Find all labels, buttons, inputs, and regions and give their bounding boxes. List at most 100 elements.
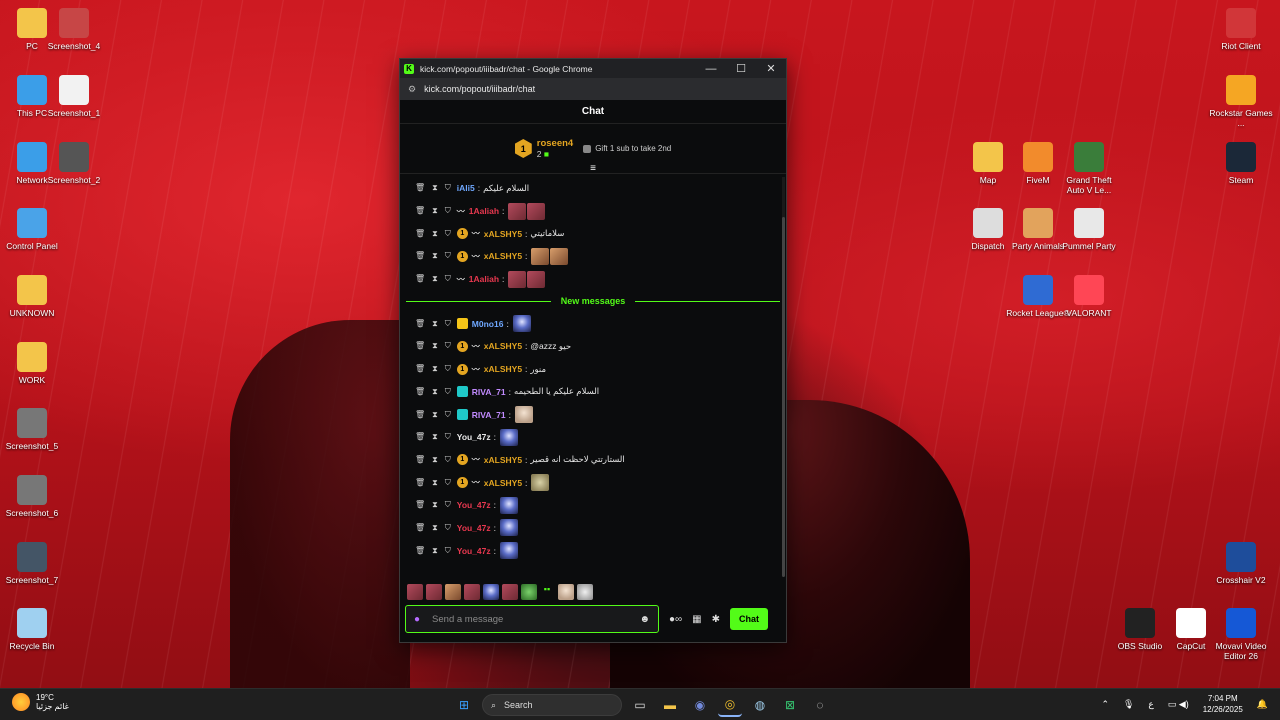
- emote[interactable]: [500, 519, 519, 537]
- delete-icon[interactable]: 🗑: [415, 500, 425, 510]
- delete-icon[interactable]: 🗑: [415, 274, 425, 284]
- desktop-icon[interactable]: Recycle Bin: [0, 608, 64, 651]
- delete-icon[interactable]: 🗑: [415, 546, 425, 556]
- chat-username[interactable]: xALSHY5: [484, 455, 522, 465]
- emote[interactable]: [521, 584, 537, 600]
- ban-icon[interactable]: ⛉: [445, 455, 451, 465]
- chat-username[interactable]: 1Aaliah: [469, 206, 499, 216]
- desktop-icon[interactable]: Grand Theft Auto V Le...: [1057, 142, 1121, 195]
- delete-icon[interactable]: 🗑: [415, 387, 425, 397]
- timeout-icon[interactable]: ⧗: [432, 341, 438, 351]
- chat-message[interactable]: 🗑 ⧗ ⛉ iAli5: السلام عليكم: [400, 177, 786, 200]
- chat-message[interactable]: 🗑 ⧗ ⛉ 1 〰 xALSHY5: منور: [400, 358, 786, 381]
- emote[interactable]: [483, 584, 499, 600]
- emote[interactable]: [508, 202, 527, 220]
- emote[interactable]: [512, 315, 531, 333]
- ban-icon[interactable]: ⛉: [445, 546, 451, 556]
- emote[interactable]: [527, 270, 546, 288]
- maximize-button[interactable]: ☐: [726, 62, 756, 75]
- delete-icon[interactable]: 🗑: [415, 206, 425, 216]
- ban-icon[interactable]: ⛉: [445, 478, 451, 488]
- ban-icon[interactable]: ⛉: [445, 229, 451, 239]
- chat-message[interactable]: 🗑 ⧗ ⛉ 1 〰 xALSHY5: الستارتتي لاحظت انه قصير: [400, 449, 786, 472]
- timeout-icon[interactable]: ⧗: [432, 546, 438, 556]
- chat-username[interactable]: M0no16: [472, 319, 504, 329]
- timeout-icon[interactable]: ⧗: [432, 500, 438, 510]
- timeout-icon[interactable]: ⧗: [432, 523, 438, 533]
- delete-icon[interactable]: 🗑: [415, 478, 425, 488]
- chat-message[interactable]: 🗑 ⧗ ⛉ You_47z:: [400, 539, 786, 562]
- desktop-icon[interactable]: Crosshair V2: [1209, 542, 1273, 585]
- windows-start-icon[interactable]: ⊞: [452, 693, 476, 717]
- delete-icon[interactable]: 🗑: [415, 523, 425, 533]
- desktop-icon[interactable]: Pummel Party: [1057, 208, 1121, 251]
- chat-message[interactable]: 🗑 ⧗ ⛉ You_47z:: [400, 517, 786, 540]
- chat-scrollbar[interactable]: [782, 177, 785, 577]
- delete-icon[interactable]: 🗑: [415, 432, 425, 442]
- weather-widget[interactable]: 19°C غائم جزئيا: [12, 693, 69, 711]
- desktop-icon[interactable]: Riot Client: [1209, 8, 1273, 51]
- address-bar[interactable]: ⚙ kick.com/popout/iiibadr/chat: [400, 78, 786, 100]
- top-gifter-name[interactable]: roseen4: [537, 138, 573, 149]
- timeout-icon[interactable]: ⧗: [432, 183, 438, 193]
- kicks-icon[interactable]: ●∞: [669, 614, 682, 625]
- desktop-icon[interactable]: WORK: [0, 342, 64, 385]
- chat-username[interactable]: xALSHY5: [484, 364, 522, 374]
- timeout-icon[interactable]: ⧗: [432, 455, 438, 465]
- emote[interactable]: [515, 406, 534, 424]
- ban-icon[interactable]: ⛉: [445, 206, 451, 216]
- chat-username[interactable]: xALSHY5: [484, 341, 522, 351]
- chat-message[interactable]: 🗑 ⧗ ⛉ 1 〰 xALSHY5: سلاماتيتي: [400, 222, 786, 245]
- notification-bell-icon[interactable]: 🔔: [1257, 699, 1268, 710]
- ban-icon[interactable]: ⛉: [445, 387, 451, 397]
- delete-icon[interactable]: 🗑: [415, 319, 425, 329]
- minimize-button[interactable]: —: [696, 63, 726, 75]
- ban-icon[interactable]: ⛉: [445, 319, 451, 329]
- emote[interactable]: [502, 584, 518, 600]
- chat-message[interactable]: 🗑 ⧗ ⛉ 1 〰 xALSHY5:: [400, 245, 786, 268]
- chat-username[interactable]: You_47z: [457, 546, 491, 556]
- emote[interactable]: [464, 584, 480, 600]
- delete-icon[interactable]: 🗑: [415, 410, 425, 420]
- language-indicator[interactable]: ع: [1148, 699, 1153, 710]
- desktop-icon[interactable]: Screenshot_2: [42, 142, 106, 185]
- desktop-icon[interactable]: Screenshot_5: [0, 408, 64, 451]
- chat-message[interactable]: 🗑 ⧗ ⛉ 1 〰 xALSHY5:: [400, 471, 786, 494]
- desktop-icon[interactable]: Screenshot_6: [0, 475, 64, 518]
- chat-username[interactable]: RIVA_71: [472, 387, 506, 397]
- delete-icon[interactable]: 🗑: [415, 341, 425, 351]
- emote[interactable]: [445, 584, 461, 600]
- site-settings-icon[interactable]: ⚙: [408, 84, 416, 95]
- timeout-icon[interactable]: ⧗: [432, 364, 438, 374]
- chat-username[interactable]: RIVA_71: [472, 410, 506, 420]
- chat-username[interactable]: xALSHY5: [484, 229, 522, 239]
- chat-username[interactable]: iAli5: [457, 183, 475, 193]
- chrome-icon[interactable]: ◎: [718, 693, 742, 717]
- chat-message[interactable]: 🗑 ⧗ ⛉ You_47z:: [400, 426, 786, 449]
- chat-username[interactable]: You_47z: [457, 432, 491, 442]
- microphone-tray-icon[interactable]: 🎙: [1123, 699, 1134, 710]
- delete-icon[interactable]: 🗑: [415, 183, 425, 193]
- desktop-icon[interactable]: Control Panel: [0, 208, 64, 251]
- clock[interactable]: 7:04 PM 12/26/2025: [1203, 693, 1243, 715]
- emote[interactable]: [577, 584, 593, 600]
- emote[interactable]: [527, 202, 546, 220]
- chat-username[interactable]: 1Aaliah: [469, 274, 499, 284]
- chat-username[interactable]: xALSHY5: [484, 251, 522, 261]
- task-view-icon[interactable]: ▭: [628, 693, 652, 717]
- emote[interactable]: [500, 496, 519, 514]
- chat-message[interactable]: 🗑 ⧗ ⛉ 〰 1Aaliah:: [400, 268, 786, 291]
- new-messages-divider[interactable]: New messages: [400, 290, 786, 312]
- desktop-icon[interactable]: VALORANT: [1057, 275, 1121, 318]
- delete-icon[interactable]: 🗑: [415, 229, 425, 239]
- taskbar-search[interactable]: ⌕ Search: [482, 694, 622, 716]
- emote[interactable]: [407, 584, 423, 600]
- desktop-icon[interactable]: UNKNOWN: [0, 275, 64, 318]
- chat-message[interactable]: 🗑 ⧗ ⛉ M0no16:: [400, 312, 786, 335]
- desktop-icon[interactable]: Rockstar Games ...: [1209, 75, 1273, 128]
- chat-message[interactable]: 🗑 ⧗ ⛉ RIVA_71:: [400, 403, 786, 426]
- chat-input[interactable]: ● Send a message ☻: [405, 605, 659, 633]
- chat-username[interactable]: xALSHY5: [484, 478, 522, 488]
- ban-icon[interactable]: ⛉: [445, 341, 451, 351]
- settings-gear-icon[interactable]: ✱: [712, 614, 720, 625]
